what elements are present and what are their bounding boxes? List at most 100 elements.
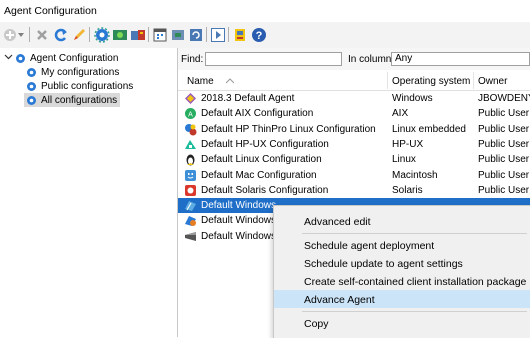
cell-operating-system: Linux embedded [392, 123, 466, 135]
cell-name: Default AIX Configuration [201, 108, 314, 120]
gear-icon [15, 53, 26, 64]
table-row[interactable]: Default HP ThinPro Linux Configuration Li… [178, 122, 530, 137]
column-header-owner[interactable]: Owner [478, 76, 507, 87]
menu-item-advance-agent[interactable]: Advance Agent [274, 290, 530, 308]
schedule-icon[interactable] [151, 26, 168, 43]
toolbar-separator [228, 27, 229, 42]
table-row[interactable]: A Default AIX Configuration AIX Public User [178, 106, 530, 121]
edit-icon[interactable] [70, 26, 87, 43]
tree-root-agent-configuration[interactable]: Agent Configuration [4, 51, 118, 65]
menu-item-label: Copy [304, 318, 329, 330]
cell-operating-system: Macintosh [392, 169, 438, 181]
chevron-down-icon[interactable] [4, 52, 13, 64]
window-title: Agent Configuration [4, 5, 97, 17]
cell-name: Default HP ThinPro Linux Configuration [201, 123, 376, 135]
agent-config-icon [184, 184, 197, 197]
tree-item-label: My configurations [41, 66, 120, 78]
toolbar-separator [89, 27, 90, 42]
menu-item-label: Advanced edit [304, 216, 371, 228]
toolbar-separator [29, 27, 30, 42]
find-label: Find: [181, 54, 204, 65]
cell-owner: Public User [478, 123, 530, 135]
cell-operating-system: Solaris [392, 184, 423, 196]
find-input[interactable] [205, 52, 342, 66]
delete-icon[interactable] [33, 26, 50, 43]
column-select[interactable]: Any [391, 52, 530, 66]
menu-item-advanced-edit[interactable]: Advanced edit [274, 212, 530, 230]
cell-owner: Public User [478, 154, 530, 166]
svg-text:?: ? [255, 30, 262, 42]
menu-item-schedule-deployment[interactable]: Schedule agent deployment [274, 236, 530, 254]
menu-item-label: Schedule update to agent settings [304, 258, 463, 270]
run-icon[interactable] [209, 26, 226, 43]
agent-config-icon [184, 169, 197, 182]
toolbar: ? [0, 22, 530, 49]
cell-operating-system: Windows [392, 93, 433, 104]
column-header-name[interactable]: Name [187, 76, 214, 87]
agent-config-icon [184, 230, 197, 243]
column-divider[interactable] [473, 72, 474, 89]
toolbar-separator [148, 27, 149, 42]
help-icon[interactable]: ? [250, 26, 267, 43]
tree-item-label: All configurations [41, 94, 118, 106]
table-row[interactable]: 2018.3 Default Agent Windows JBOWDENY [178, 91, 530, 106]
cell-owner: Public User [478, 138, 530, 150]
agent-config-icon [184, 123, 197, 136]
agent-config-icon [184, 199, 197, 212]
menu-item-schedule-update[interactable]: Schedule update to agent settings [274, 254, 530, 272]
menu-separator [302, 311, 527, 312]
menu-item-create-package[interactable]: Create self-contained client installatio… [274, 272, 530, 290]
tree-item-public-configurations[interactable]: Public configurations [26, 79, 133, 93]
configuration-tree: Agent Configuration My configurations Pu… [0, 48, 178, 337]
cell-name: Default HP-UX Configuration [201, 138, 329, 150]
agent-config-icon [184, 92, 197, 105]
table-row[interactable]: Default Linux Configuration Linux Public U… [178, 152, 530, 167]
image-icon[interactable] [111, 26, 128, 43]
table-row[interactable]: Default Mac Configuration Macintosh Public… [178, 168, 530, 183]
cell-owner: Public User [478, 184, 530, 196]
context-menu: Advanced edit Schedule agent deployment … [273, 205, 530, 338]
sort-ascending-icon [225, 76, 235, 87]
column-divider[interactable] [387, 72, 388, 89]
tree-item-my-configurations[interactable]: My configurations [26, 65, 119, 79]
menu-item-label: Schedule agent deployment [304, 240, 435, 252]
tree-item-label: Public configurations [41, 80, 134, 92]
gear-icon [26, 95, 37, 106]
cell-name: Default Solaris Configuration [201, 184, 329, 196]
menu-separator [302, 233, 527, 234]
cell-owner: Public User [478, 169, 530, 181]
agent-config-icon [184, 138, 197, 151]
table-row[interactable]: Default Solaris Configuration Solaris Publ… [178, 183, 530, 198]
deploy-icon[interactable] [129, 26, 146, 43]
toolbar-separator [206, 27, 207, 42]
table-row[interactable]: Default HP-UX Configuration HP-UX Public U… [178, 137, 530, 152]
cell-operating-system: AIX [392, 108, 409, 120]
settings-icon[interactable] [93, 26, 110, 43]
gear-icon [26, 81, 37, 92]
agent-config-icon [184, 214, 197, 227]
column-label: In column: [348, 54, 395, 65]
cell-owner: Public User [478, 108, 530, 120]
table-header: Name Operating system Owner [178, 70, 530, 91]
find-bar: Find: In column: Any [178, 48, 530, 70]
tree-item-all-configurations[interactable]: All configurations [24, 93, 121, 107]
menu-item-copy[interactable]: Copy [274, 314, 530, 332]
gear-icon [26, 67, 37, 78]
cell-name: 2018.3 Default Agent [201, 93, 295, 104]
refresh-icon[interactable] [52, 26, 69, 43]
update-icon[interactable] [187, 26, 204, 43]
tree-root-label: Agent Configuration [30, 52, 119, 64]
cell-name: Default Mac Configuration [201, 169, 317, 181]
export-icon[interactable] [231, 26, 248, 43]
add-dropdown-icon[interactable] [3, 26, 25, 43]
agent-config-icon [184, 153, 197, 166]
cell-operating-system: Linux [392, 154, 416, 166]
cell-operating-system: HP-UX [392, 138, 424, 150]
cell-name: Default Linux Configuration [201, 154, 322, 166]
column-header-os[interactable]: Operating system [392, 76, 470, 87]
cell-owner: JBOWDENY [478, 93, 530, 104]
package-icon[interactable] [169, 26, 186, 43]
agent-config-icon: A [184, 107, 197, 120]
title-bar: Agent Configuration [0, 0, 530, 22]
menu-item-label: Create self-contained client installatio… [304, 276, 527, 288]
